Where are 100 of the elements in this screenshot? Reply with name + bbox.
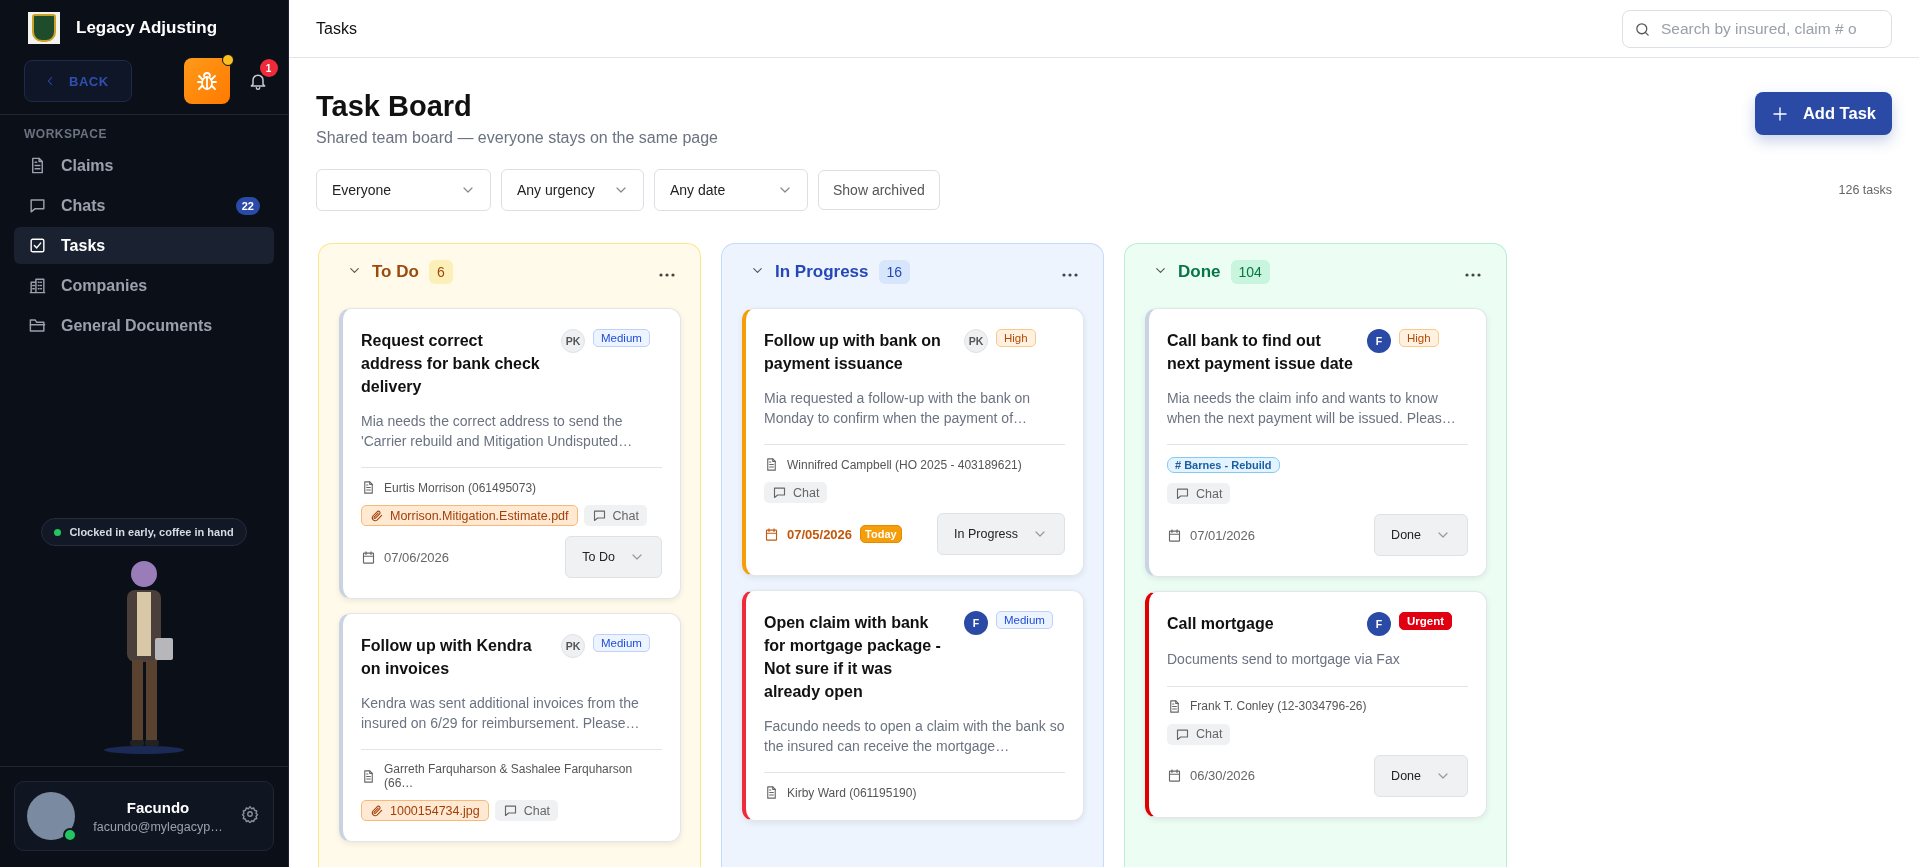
task-description: Kendra was sent additional invoices from the insured on 6/29 for reimbursement. Please… [361,694,641,733]
assignee-avatar: F [1367,612,1391,636]
calendar-icon [361,549,376,565]
chat-button[interactable]: Chat [1167,723,1231,745]
claim-label: Winnifred Campbell (HO 2025 - 403189621) [787,457,1022,472]
notification-dot [221,54,234,66]
task-description: Mia needs the correct address to send the 'Carrier rebuild and Mitigation Undisputed… [361,412,634,451]
chat-button[interactable]: Chat [764,482,828,503]
sidebar-item[interactable]: General Documents [14,307,274,344]
unread-badge: 22 [235,196,260,215]
due-date: 07/06/2026 [361,549,450,565]
priority-badge: Urgent [1399,612,1453,630]
page-title: Task Board [316,90,473,123]
sidebar-item[interactable]: Tasks [14,227,274,264]
column-title: In Progress [775,262,869,282]
task-count: 126 tasks [1838,183,1892,197]
more-icon[interactable] [1062,273,1078,277]
attachment-chip[interactable]: Morrison.Mitigation.Estimate.pdf [361,505,578,526]
chat-bubble-icon [1175,726,1190,742]
task-card[interactable]: Follow up with Kendra on invoices PK Medium Kendra was sent additional invoices from the insured on 6/29 for reimbursement. Please… Garreth Farquharson & Sashalee Farquharson (66… 1000154734.jpg Chat [339,613,681,842]
user-profile-card[interactable]: Facundo facundo@mylegacyp… [14,781,274,851]
column-title: To Do [372,262,419,282]
task-title: Call mortgage [1167,614,1275,634]
chat-button[interactable]: Chat [1167,483,1231,504]
column-title: Done [1178,262,1221,282]
chat-bubble-icon [502,803,518,818]
today-badge: Today [860,525,902,543]
plus-icon [1770,104,1789,123]
assignee-avatar: PK [964,329,988,353]
filter-dropdown[interactable]: Any urgency [501,169,644,211]
paperclip-icon [370,803,384,818]
status-dropdown[interactable]: Done [1374,514,1468,556]
company-logo [28,12,60,44]
more-icon[interactable] [1465,273,1481,277]
chat-bubble-icon [591,508,607,523]
user-name: Facundo [126,798,190,816]
chat-button[interactable]: Chat [494,800,559,821]
calendar-icon [1167,768,1182,783]
checkbox-icon [28,236,47,255]
column-count: 16 [878,260,911,284]
page-breadcrumb: Tasks [316,19,357,38]
status-dropdown[interactable]: To Do [565,536,662,578]
document-icon [361,768,376,784]
search-field[interactable]: Search by insured, claim # o [1622,9,1892,48]
document-icon [1167,698,1182,714]
settings-icon [241,805,259,823]
project-tag: # Barnes - Rebuild [1167,457,1280,473]
priority-badge: Medium [593,634,650,652]
chat-bubble-icon [28,196,47,215]
assignee-avatar: F [1367,329,1391,353]
notification-badge: 1 [259,59,278,77]
page-subtitle: Shared team board — everyone stays on the same page [316,129,718,147]
task-title: Follow up with Kendra on invoices [361,636,533,679]
assignee-avatar: PK [561,329,585,353]
due-date: 07/05/2026 [764,526,853,542]
paperclip-icon [370,508,384,523]
sidebar-item[interactable]: Claims [14,147,274,184]
bug-icon [194,69,219,93]
user-email: facundo@mylegacyp… [93,819,223,834]
task-description: Mia needs the claim info and wants to know when the next payment will be issued. Pleas… [1167,389,1457,428]
task-title: Open claim with bank for mortgage package - Not sure if it was already open [764,613,942,702]
add-task-button[interactable]: Add Task [1754,92,1892,135]
show-archived-button[interactable]: Show archived [818,170,940,210]
task-card[interactable]: Open claim with bank for mortgage package - Not sure if it was already open F Medium Facundo needs to open a claim with the bank so the insured can receive the mortgage… Kirby Ward (061195190) [742,590,1084,821]
chat-bubble-icon [1175,486,1190,501]
task-card[interactable]: Call bank to find out next payment issue date F High Mia needs the claim info and wants to know when the next payment will be issued. Pleas… # Barnes - Rebuild Chat 07/01/2026 Done [1145,308,1487,577]
status-dropdown[interactable]: Done [1374,754,1468,797]
task-card[interactable] [339,308,681,599]
sidebar-item[interactable]: Chats 22 [14,187,274,224]
claim-label: Kirby Ward (061195190) [787,785,917,800]
column-count: 6 [428,260,453,284]
filter-dropdown[interactable]: Everyone [316,169,491,211]
claim-label: Eurtis Morrison (061495073) [384,480,537,495]
chat-button[interactable]: Chat [583,505,647,526]
priority-badge: High [1399,329,1439,347]
calendar-icon [764,526,779,542]
more-icon[interactable] [659,273,675,277]
task-description: Facundo needs to open a claim with the bank so the insured can receive the mortgage… [764,717,1065,756]
status-dropdown[interactable]: In Progress [937,513,1065,555]
assignee-avatar: PK [561,634,585,658]
document-icon [361,480,376,495]
avatar-photo [27,792,75,840]
search-icon [1634,20,1651,38]
priority-badge: Medium [996,611,1053,629]
status-message: Clocked in early, coffee in hand [41,518,247,546]
due-date: 07/01/2026 [1167,527,1256,543]
task-card[interactable] [742,308,1084,576]
claim-label: Frank T. Conley (12-3034796-26) [1190,699,1367,713]
task-card[interactable]: Call mortgage F Urgent Documents send to mortgage via Fax Frank T. Conley (12-3034796-26) Chat 06/30/2026 Done [1145,591,1487,818]
assignee-avatar: F [964,611,988,635]
priority-badge: Medium [593,329,650,347]
due-date: 06/30/2026 [1167,768,1256,783]
building-icon [28,276,47,295]
attachment-chip[interactable]: 1000154734.jpg [361,800,489,821]
folder-icon [28,316,47,335]
sidebar-item[interactable]: Companies [14,267,274,304]
document-icon [764,785,779,800]
task-description: Documents send to mortgage via Fax [1167,650,1401,669]
task-description: Mia requested a follow-up with the bank on Monday to confirm when the payment of… [764,389,1032,428]
filter-dropdown[interactable]: Any date [654,169,808,211]
